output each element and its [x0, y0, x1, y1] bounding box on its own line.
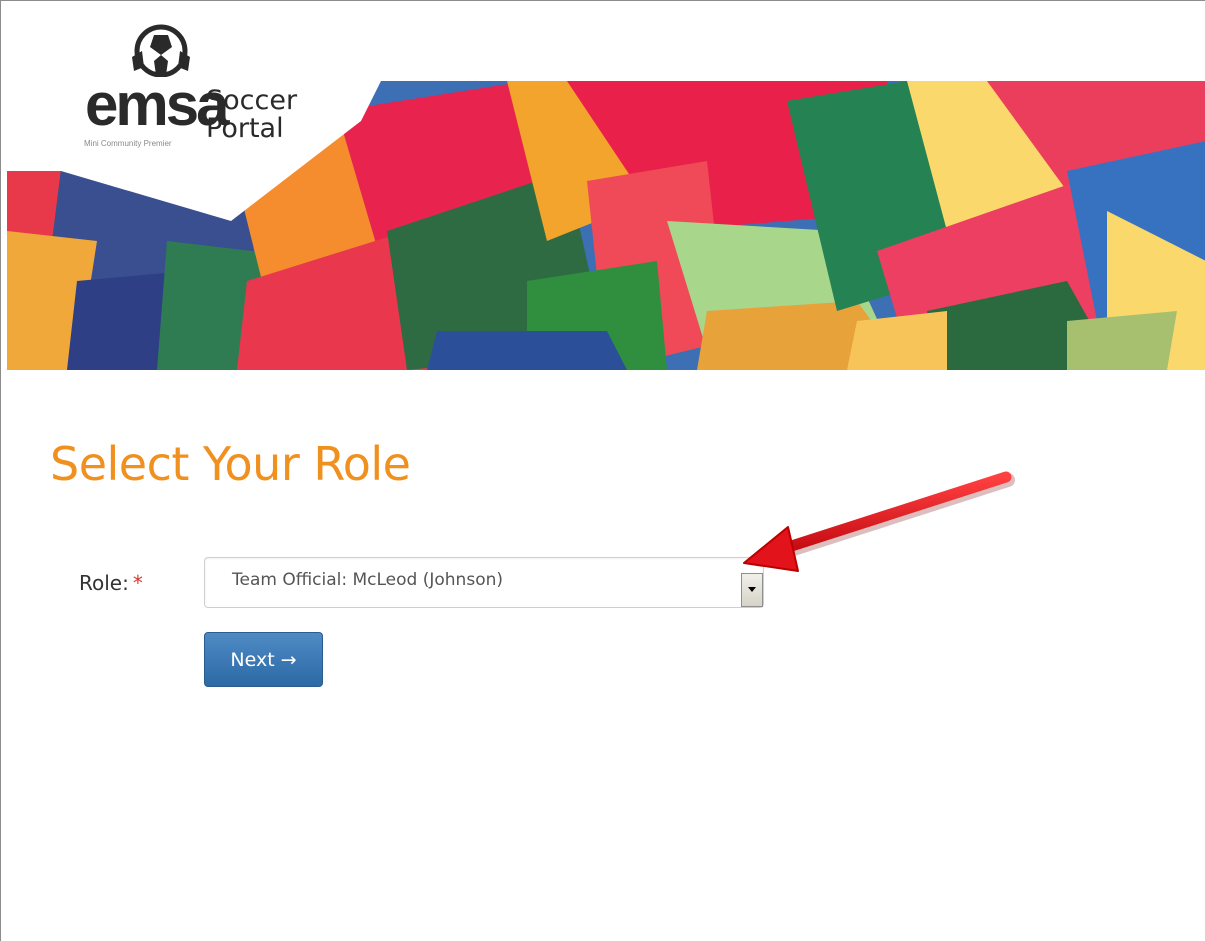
role-select-value: Team Official: McLeod (Johnson): [232, 570, 503, 590]
page-title: Select Your Role: [50, 437, 411, 491]
logo-tagline: Mini Community Premier: [84, 139, 172, 148]
role-select[interactable]: Team Official: McLeod (Johnson): [204, 557, 764, 608]
role-label-text: Role:: [79, 571, 129, 595]
page-frame: emsa Mini Community Premier Soccer Porta…: [0, 0, 1205, 941]
site-logo[interactable]: emsa Mini Community Premier Soccer Porta…: [1, 1, 381, 236]
portal-title-line2: Portal: [206, 113, 284, 144]
soccer-ball-icon: [132, 24, 190, 77]
role-label: Role: *: [79, 571, 143, 595]
annotation-arrow-icon: [743, 471, 1015, 572]
portal-title: Soccer Portal: [206, 87, 297, 143]
portal-title-line1: Soccer: [206, 85, 298, 116]
chevron-down-icon: [748, 587, 756, 592]
required-asterisk: *: [132, 571, 143, 595]
next-button[interactable]: Next →: [204, 632, 323, 687]
